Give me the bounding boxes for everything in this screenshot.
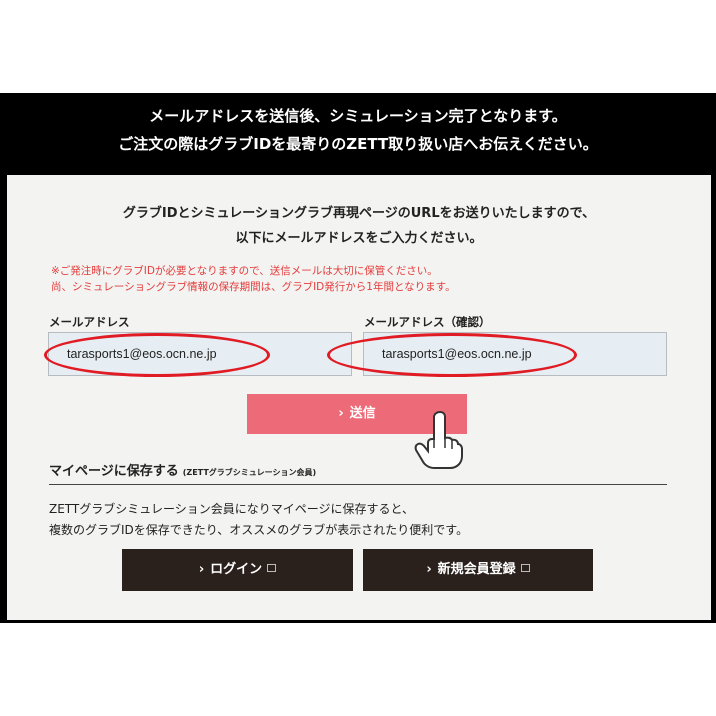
chevron-right-icon: › <box>338 406 344 421</box>
mypage-desc-2: 複数のグラブIDを保存できたり、オススメのグラブが表示されたり便利です。 <box>49 523 469 537</box>
completion-header: メールアドレスを送信後、シミュレーション完了となります。 ご注文の際はグラブID… <box>0 93 716 175</box>
mypage-title: マイページに保存する <box>49 464 179 479</box>
mypage-heading: マイページに保存する (ZETTグラブシミュレーション会員) <box>49 460 316 479</box>
intro-line-2: 以下にメールアドレスをご入力ください。 <box>235 231 483 246</box>
login-button[interactable]: › ログイン <box>122 549 353 591</box>
pointing-hand-icon <box>414 410 463 469</box>
header-line-1: メールアドレスを送信後、シミュレーション完了となります。 <box>149 107 567 125</box>
login-label: ログイン <box>210 562 263 577</box>
chevron-right-icon: › <box>426 562 432 577</box>
email-label: メールアドレス <box>49 315 130 329</box>
notice-line-2: 尚、シミュレーショングラブ情報の保存期間は、グラブID発行から1年間となります。 <box>51 281 456 293</box>
divider <box>49 484 667 485</box>
mypage-desc-1: ZETTグラブシミュレーション会員になりマイページに保存すると、 <box>49 502 415 516</box>
external-window-icon <box>267 564 277 572</box>
email-confirm-label: メールアドレス（確認） <box>364 315 491 329</box>
annotation-circle-email <box>44 333 270 377</box>
register-button[interactable]: › 新規会員登録 <box>363 549 593 591</box>
submit-label: 送信 <box>349 406 376 421</box>
intro-line-1: グラブIDとシミュレーショングラブ再現ページのURLをお送りいたしますので、 <box>122 206 596 221</box>
email-form-area: グラブIDとシミュレーショングラブ再現ページのURLをお送りいたしますので、 以… <box>7 175 711 620</box>
register-label: 新規会員登録 <box>437 562 516 577</box>
chevron-right-icon: › <box>198 562 205 577</box>
external-window-icon <box>520 564 530 572</box>
notice-line-1: ※ご発注時にグラブIDが必要となりますので、送信メールは大切に保管ください。 <box>51 265 438 277</box>
header-line-2: ご注文の際はグラブIDを最寄りのZETT取り扱い店へお伝えください。 <box>118 135 598 153</box>
annotation-circle-confirm <box>327 333 577 377</box>
mypage-subtitle: (ZETTグラブシミュレーション会員) <box>182 468 317 477</box>
